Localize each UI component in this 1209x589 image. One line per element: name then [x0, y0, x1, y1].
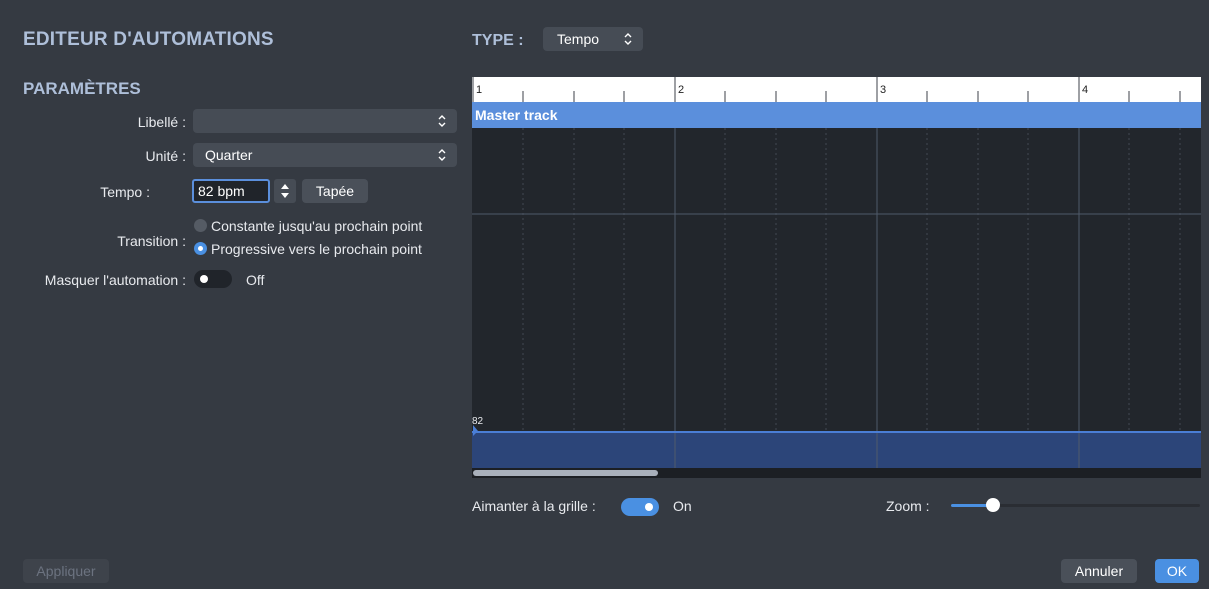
type-label: TYPE :: [472, 32, 524, 49]
track-name: Master track: [475, 107, 558, 123]
automation-point-value: 82: [472, 416, 484, 427]
toggle-knob: [200, 275, 208, 283]
automation-fill: [472, 432, 1201, 468]
hide-automation-state: Off: [246, 272, 265, 288]
radio-progressive-label: Progressive vers le prochain point: [211, 241, 422, 257]
chevron-updown-icon: [624, 33, 632, 45]
tempo-stepper[interactable]: [274, 179, 296, 203]
params-section-title: PARAMÈTRES: [23, 79, 141, 98]
apply-button[interactable]: Appliquer: [23, 559, 109, 583]
timeline-ruler[interactable]: 1 2 3 4: [472, 77, 1201, 102]
type-select[interactable]: Tempo: [543, 27, 643, 51]
chevron-updown-icon: [438, 149, 446, 161]
automation-grid: [472, 128, 1201, 468]
chevron-updown-icon: [438, 115, 446, 127]
libelle-select[interactable]: [193, 109, 457, 133]
hide-automation-label: Masquer l'automation :: [44, 272, 186, 288]
ruler-ticks: [472, 77, 1181, 102]
radio-constant-label: Constante jusqu'au prochain point: [211, 218, 423, 234]
unite-select-value: Quarter: [205, 147, 253, 163]
libelle-label: Libellé :: [137, 114, 186, 130]
cancel-button[interactable]: Annuler: [1061, 559, 1137, 583]
transition-label: Transition :: [117, 233, 186, 249]
unite-label: Unité :: [145, 148, 186, 164]
hide-automation-toggle[interactable]: [194, 270, 232, 288]
bar-label-4: 4: [1082, 84, 1089, 96]
zoom-label: Zoom :: [886, 498, 930, 514]
tempo-input[interactable]: 82 bpm: [192, 179, 270, 203]
type-select-value: Tempo: [557, 31, 600, 47]
snap-state: On: [673, 498, 692, 514]
dialog-title: EDITEUR D'AUTOMATIONS: [23, 29, 274, 50]
scrollbar-thumb[interactable]: [473, 470, 658, 476]
master-track-header[interactable]: Master track: [472, 102, 1201, 128]
unite-select[interactable]: Quarter: [193, 143, 457, 167]
zoom-slider-knob[interactable]: [986, 498, 1000, 512]
radio-constant[interactable]: [194, 219, 207, 232]
automation-editor[interactable]: 1 2 3 4 Master track 82: [472, 77, 1201, 478]
horizontal-scrollbar[interactable]: [472, 468, 1201, 478]
radio-progressive[interactable]: [194, 242, 207, 255]
bar-label-3: 3: [880, 84, 887, 96]
ok-button[interactable]: OK: [1155, 559, 1199, 583]
bar-label-2: 2: [678, 84, 685, 96]
tap-button[interactable]: Tapée: [302, 179, 368, 203]
snap-label: Aimanter à la grille :: [472, 498, 596, 514]
bar-label-1: 1: [476, 84, 483, 96]
tempo-label: Tempo :: [100, 184, 150, 200]
automation-lane[interactable]: 82: [472, 128, 1201, 468]
snap-toggle[interactable]: [621, 498, 659, 516]
toggle-knob: [645, 503, 653, 511]
